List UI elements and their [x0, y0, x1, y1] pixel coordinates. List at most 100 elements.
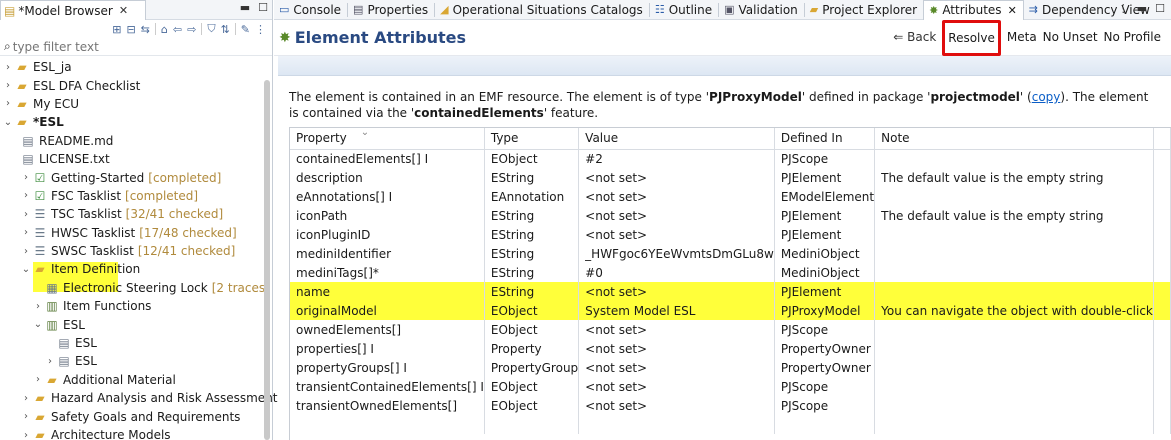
- no-profile-button[interactable]: No Profile: [1104, 30, 1161, 56]
- tree-item[interactable]: ▤ ESL: [0, 334, 262, 352]
- chevron-right-icon[interactable]: ›: [32, 374, 44, 385]
- maximize-icon[interactable]: ☐: [258, 1, 268, 14]
- table-row[interactable]: mediniIdentifier EString _HWFgoc6YEeWvmtsD…: [290, 244, 1171, 263]
- chevron-down-icon[interactable]: ⌄: [20, 264, 32, 275]
- attributes-icon: ✸: [929, 3, 939, 17]
- no-unset-button[interactable]: No Unset: [1043, 30, 1098, 56]
- tree-item[interactable]: › ▰ Architecture Models: [0, 426, 262, 440]
- back-button[interactable]: ⇐ Back: [893, 30, 936, 56]
- chevron-down-icon[interactable]: ⌄: [2, 117, 14, 128]
- chevron-right-icon[interactable]: ›: [20, 190, 32, 201]
- tree-item[interactable]: › ☰ TSC Tasklist [32/41 checked]: [0, 205, 262, 223]
- cell-type: EObject: [484, 396, 580, 415]
- home-icon[interactable]: ⌂: [161, 23, 168, 36]
- tab-operational-situations-catalogs[interactable]: ◢ Operational Situations Catalogs: [435, 0, 649, 20]
- chevron-right-icon[interactable]: ›: [20, 411, 32, 422]
- tree-item[interactable]: › ☑ Getting-Started [completed]: [0, 168, 262, 186]
- tree-item[interactable]: › ▰ Hazard Analysis and Risk Assessment: [0, 389, 278, 407]
- column-header-property[interactable]: Property ⌄: [290, 128, 485, 150]
- chevron-right-icon[interactable]: ›: [20, 227, 32, 238]
- chevron-right-icon[interactable]: ›: [20, 246, 32, 257]
- table-row[interactable]: mediniTags[]* EString #0 MediniObject: [290, 263, 1171, 282]
- table-row[interactable]: description EString <not set> PJElement The …: [290, 168, 1171, 187]
- tree-item[interactable]: › ▥ Item Functions: [0, 297, 262, 315]
- tab-outline[interactable]: ☷ Outline: [650, 0, 718, 20]
- resolve-button[interactable]: Resolve: [942, 20, 1001, 56]
- tree-item[interactable]: › ☰ SWSC Tasklist [12/41 checked]: [0, 242, 262, 260]
- meta-button[interactable]: Meta: [1007, 30, 1037, 56]
- minimize-icon[interactable]: ▬: [240, 1, 250, 14]
- tree-item[interactable]: › ☰ HWSC Tasklist [17/48 checked]: [0, 224, 262, 242]
- minimize-icon[interactable]: ▬: [1137, 2, 1147, 15]
- close-icon[interactable]: ✕: [119, 4, 128, 17]
- cell-property: mediniTags[]*: [290, 263, 485, 282]
- filter-input[interactable]: [12, 39, 253, 54]
- chevron-right-icon[interactable]: ›: [20, 430, 32, 440]
- view-menu-icon[interactable]: ⋮: [1118, 2, 1129, 15]
- tab-attributes[interactable]: ✸ Attributes ✕: [923, 0, 1024, 20]
- table-row[interactable]: originalModel EObject System Model ESL PJPr…: [290, 301, 1171, 320]
- tree-item-esl-selected[interactable]: ⌄ ▥ ESL: [0, 315, 262, 333]
- column-header-note[interactable]: Note: [874, 128, 1154, 150]
- table-row[interactable]: eAnnotations[] I EAnnotation <not set> EMod…: [290, 187, 1171, 206]
- model-browser-toolbar: ⊞ ⊟ ⇆ ⌂ ⇦ ⇨ ⛉ ⇅ ✎ ⋮: [0, 20, 272, 38]
- tab-console[interactable]: ▭ Console: [274, 0, 347, 20]
- tree-item[interactable]: ▦ Electronic Steering Lock [2 traces]: [0, 279, 269, 297]
- tree-item[interactable]: › ▰ My ECU: [0, 95, 262, 113]
- table-row[interactable]: iconPluginID EString <not set> PJElement: [290, 225, 1171, 244]
- table-row[interactable]: propertyGroups[] I PropertyGroup <not set>…: [290, 358, 1171, 377]
- table-row[interactable]: iconPath EString <not set> PJElement The def…: [290, 206, 1171, 225]
- model-browser-tab[interactable]: ▤ *Model Browser ✕: [0, 0, 146, 20]
- tree-item[interactable]: › ▰ Additional Material: [0, 371, 262, 389]
- back-icon[interactable]: ⇦: [173, 23, 182, 36]
- cell-defined-in: PJScope: [774, 377, 876, 396]
- column-header-type[interactable]: Type: [484, 128, 580, 150]
- table-row[interactable]: ownedElements[] EObject <not set> PJScope: [290, 320, 1171, 339]
- chevron-right-icon[interactable]: ›: [32, 301, 44, 312]
- table-row[interactable]: transientOwnedElements[] EObject <not set>…: [290, 396, 1171, 415]
- maximize-icon[interactable]: ☐: [1155, 2, 1165, 15]
- table-row[interactable]: transientContainedElements[] I EObject <no…: [290, 377, 1171, 396]
- chevron-right-icon[interactable]: ›: [20, 393, 32, 404]
- collapse-all-icon[interactable]: ⊟: [126, 23, 135, 36]
- copy-link[interactable]: copy: [1032, 90, 1061, 104]
- forward-icon[interactable]: ⇨: [187, 23, 196, 36]
- pin-icon[interactable]: ✎: [241, 23, 250, 36]
- tree-item[interactable]: › ▰ ESL_ja: [0, 58, 262, 76]
- tab-validation[interactable]: ▣ Validation: [719, 0, 804, 20]
- chevron-right-icon[interactable]: ›: [20, 209, 32, 220]
- chevron-down-icon[interactable]: ⌄: [32, 319, 44, 330]
- tab-properties[interactable]: ▤ Properties: [348, 0, 434, 20]
- table-row[interactable]: name EString <not set> PJElement: [290, 282, 1171, 301]
- link-editor-icon[interactable]: ⇆: [141, 23, 150, 36]
- cell-note: [874, 244, 1154, 263]
- tree-item[interactable]: ▤ README.md: [0, 132, 262, 150]
- view-menu-icon[interactable]: ⋮: [255, 23, 266, 36]
- tree-item[interactable]: ⌄ ▰ Item Definition: [0, 260, 262, 278]
- text-file-icon: ▤: [22, 152, 34, 167]
- tab-project-explorer[interactable]: ▰ Project Explorer: [805, 0, 923, 20]
- tree-item[interactable]: › ▰ ESL DFA Checklist: [0, 76, 262, 94]
- chevron-right-icon[interactable]: ›: [2, 98, 14, 109]
- chevron-right-icon[interactable]: ›: [2, 62, 14, 73]
- sort-icon[interactable]: ⇅: [221, 23, 230, 36]
- close-icon[interactable]: ✕: [1008, 4, 1017, 17]
- chevron-right-icon[interactable]: ›: [44, 356, 56, 367]
- checklist-icon: ☑: [34, 188, 46, 203]
- tree-item[interactable]: › ☑ FSC Tasklist [completed]: [0, 187, 262, 205]
- expand-all-icon[interactable]: ⊞: [112, 23, 121, 36]
- tree-item[interactable]: ⌄ ▰ *ESL: [0, 113, 262, 131]
- functions-icon: ▥: [46, 299, 58, 314]
- column-header-value[interactable]: Value: [578, 128, 775, 150]
- table-row[interactable]: properties[] I Property <not set> PropertyO…: [290, 339, 1171, 358]
- tree-item[interactable]: ▤ LICENSE.txt: [0, 150, 262, 168]
- tree-item[interactable]: › ▰ Safety Goals and Requirements: [0, 407, 262, 425]
- chevron-right-icon[interactable]: ›: [2, 80, 14, 91]
- table-row[interactable]: containedElements[] I EObject #2 PJScope: [290, 149, 1171, 168]
- chevron-right-icon[interactable]: ›: [20, 172, 32, 183]
- column-header-defined-in[interactable]: Defined In: [774, 128, 876, 150]
- tree-scrollbar[interactable]: [264, 80, 270, 440]
- model-browser-view: ▤ *Model Browser ✕ ▬ ☐ ⊞ ⊟ ⇆ ⌂ ⇦ ⇨ ⛉ ⇅ ✎…: [0, 0, 278, 440]
- filter-icon[interactable]: ⛉: [207, 22, 215, 36]
- tree-item[interactable]: › ▤ ESL: [0, 352, 262, 370]
